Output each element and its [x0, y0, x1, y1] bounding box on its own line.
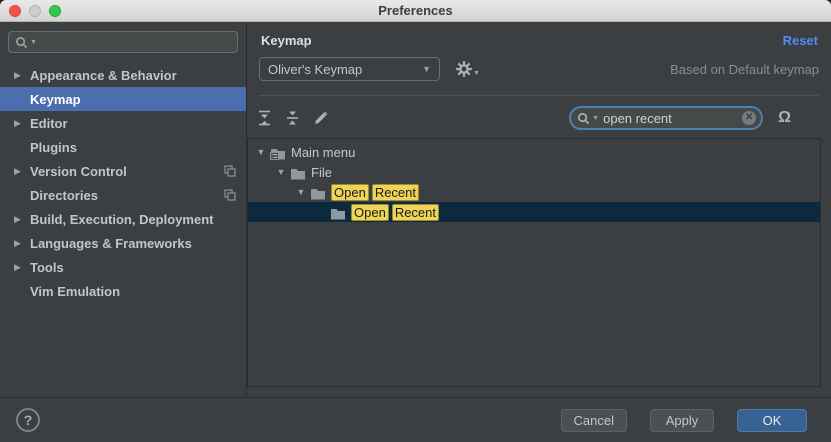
- expand-all-icon: [257, 110, 272, 126]
- chevron-right-icon[interactable]: ▶: [14, 70, 30, 81]
- window-title: Preferences: [0, 3, 831, 18]
- folder-icon: [330, 207, 346, 220]
- tree-row-label: File: [311, 165, 332, 180]
- shared-settings-icon: [224, 165, 236, 177]
- ok-button[interactable]: OK: [737, 409, 807, 432]
- preferences-dialog: Preferences ▼ ▶Appearance & BehaviorKeym…: [0, 0, 831, 442]
- clear-search-icon[interactable]: ✕: [742, 111, 756, 125]
- keymap-panel: Keymap Reset Oliver's Keymap ▼: [247, 22, 831, 397]
- sidebar-item-keymap[interactable]: Keymap: [0, 87, 246, 111]
- chevron-down-icon: ▼: [422, 64, 431, 74]
- expand-all-button[interactable]: [257, 110, 272, 126]
- gear-icon: [455, 60, 473, 78]
- sidebar-item-label: Editor: [30, 116, 68, 131]
- chevron-right-icon[interactable]: ▶: [14, 262, 30, 273]
- chevron-right-icon[interactable]: ▶: [14, 214, 30, 225]
- close-window-icon[interactable]: [9, 5, 21, 17]
- settings-sidebar: ▼ ▶Appearance & BehaviorKeymap▶EditorPlu…: [0, 22, 247, 397]
- minimize-window-icon[interactable]: [29, 5, 41, 17]
- folder-icon: [290, 167, 306, 180]
- sidebar-item-appearance-behavior[interactable]: ▶Appearance & Behavior: [0, 63, 246, 87]
- edit-icon: [313, 110, 329, 126]
- search-icon: [15, 36, 28, 49]
- main-menu-folder-icon: [270, 147, 286, 160]
- reset-link[interactable]: Reset: [783, 33, 818, 48]
- sidebar-item-label: Build, Execution, Deployment: [30, 212, 213, 227]
- settings-search-input[interactable]: [39, 34, 231, 51]
- shared-settings-icon: [224, 189, 236, 201]
- sidebar-item-vim-emulation[interactable]: Vim Emulation: [0, 279, 246, 303]
- match-highlight: Recent: [372, 184, 419, 201]
- based-on-label: Based on Default keymap: [670, 62, 819, 77]
- header-separator: [259, 95, 819, 96]
- match-highlight: Open: [351, 204, 389, 221]
- chevron-right-icon[interactable]: ▶: [14, 238, 30, 249]
- apply-button[interactable]: Apply: [650, 409, 714, 432]
- keymap-select-value: Oliver's Keymap: [268, 62, 362, 77]
- sidebar-item-editor[interactable]: ▶Editor: [0, 111, 246, 135]
- search-icon: [577, 112, 590, 125]
- keymap-settings-button[interactable]: ▼: [455, 60, 480, 78]
- titlebar: Preferences: [0, 0, 831, 22]
- action-search-input[interactable]: [601, 110, 740, 127]
- tree-row-label: Main menu: [291, 145, 355, 160]
- chevron-down-icon[interactable]: ▼: [274, 167, 288, 177]
- sidebar-item-label: Plugins: [30, 140, 77, 155]
- traffic-lights: [9, 5, 61, 17]
- sidebar-item-label: Directories: [30, 188, 98, 203]
- sidebar-item-label: Tools: [30, 260, 64, 275]
- keymap-tree: ▼Main menu▼File▼OpenRecentOpenRecent: [247, 138, 821, 387]
- tree-row-main-menu[interactable]: ▼ Main menu: [248, 142, 820, 162]
- match-highlight: Open: [331, 184, 369, 201]
- sidebar-item-directories[interactable]: Directories: [0, 183, 246, 207]
- search-options-arrow-icon[interactable]: ▼: [592, 115, 599, 122]
- sidebar-item-label: Version Control: [30, 164, 127, 179]
- tree-row-open-recent[interactable]: ▼ OpenRecent: [248, 182, 820, 202]
- chevron-right-icon[interactable]: ▶: [14, 118, 30, 129]
- sidebar-item-label: Appearance & Behavior: [30, 68, 177, 83]
- settings-search-box[interactable]: ▼: [8, 31, 238, 53]
- tree-row-file[interactable]: ▼ File: [248, 162, 820, 182]
- sidebar-item-label: Languages & Frameworks: [30, 236, 192, 251]
- folder-icon: [310, 187, 326, 200]
- action-search-box[interactable]: ▼ ✕: [569, 106, 763, 130]
- chevron-down-icon[interactable]: ▼: [254, 147, 268, 157]
- search-options-arrow-icon[interactable]: ▼: [30, 39, 37, 46]
- sidebar-item-label: Keymap: [30, 92, 81, 107]
- sidebar-item-label: Vim Emulation: [30, 284, 120, 299]
- sidebar-item-build-execution-deployment[interactable]: ▶Build, Execution, Deployment: [0, 207, 246, 231]
- sidebar-item-plugins[interactable]: Plugins: [0, 135, 246, 159]
- zoom-window-icon[interactable]: [49, 5, 61, 17]
- settings-category-list: ▶Appearance & BehaviorKeymap▶EditorPlugi…: [0, 63, 246, 303]
- sidebar-item-tools[interactable]: ▶Tools: [0, 255, 246, 279]
- dialog-footer: ? Cancel Apply OK: [0, 397, 831, 442]
- gear-dropdown-arrow-icon: ▼: [473, 70, 480, 77]
- sidebar-item-languages-frameworks[interactable]: ▶Languages & Frameworks: [0, 231, 246, 255]
- cancel-button[interactable]: Cancel: [561, 409, 627, 432]
- edit-shortcut-button[interactable]: [313, 110, 329, 126]
- help-button[interactable]: ?: [16, 408, 40, 432]
- page-title: Keymap: [261, 33, 312, 48]
- keymap-select[interactable]: Oliver's Keymap ▼: [259, 57, 440, 81]
- collapse-all-icon: [285, 110, 300, 126]
- sidebar-item-version-control[interactable]: ▶Version Control: [0, 159, 246, 183]
- find-by-shortcut-icon[interactable]: Ω: [778, 110, 791, 126]
- match-highlight: Recent: [392, 204, 439, 221]
- collapse-all-button[interactable]: [285, 110, 300, 126]
- chevron-down-icon[interactable]: ▼: [294, 187, 308, 197]
- chevron-right-icon[interactable]: ▶: [14, 166, 30, 177]
- tree-row-open-recent[interactable]: OpenRecent: [248, 202, 820, 222]
